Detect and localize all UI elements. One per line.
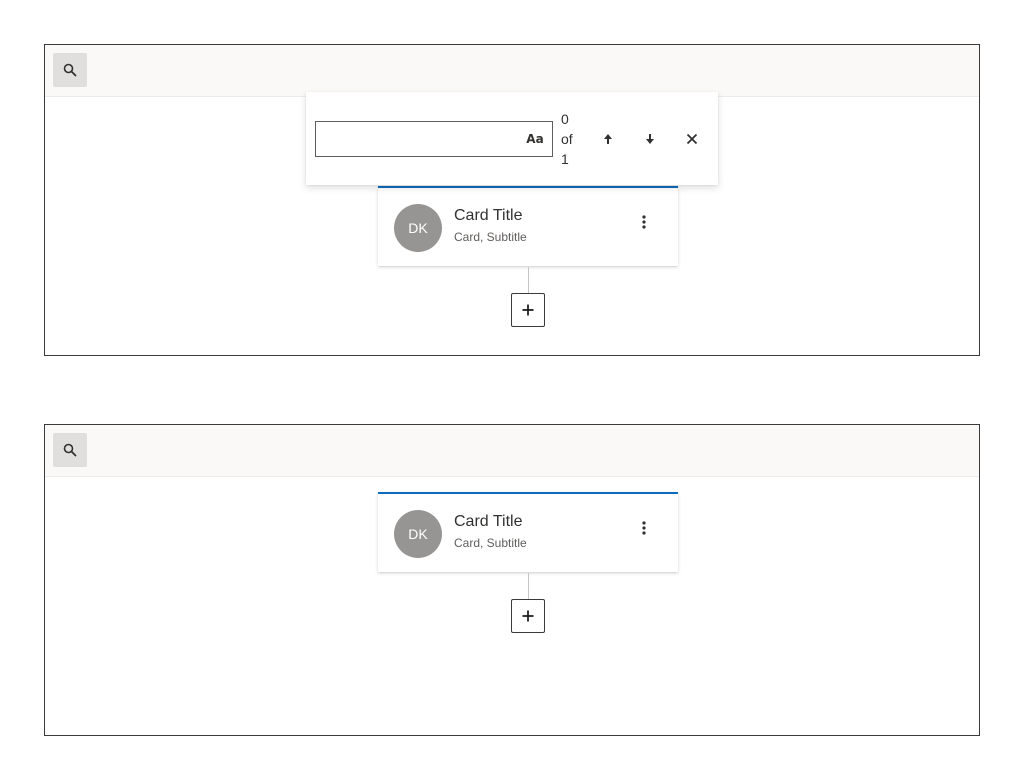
add-node-button[interactable]: [511, 293, 545, 327]
previous-match-button[interactable]: [596, 127, 620, 151]
search-icon: [63, 63, 77, 77]
find-bar: Aa 0 of 1: [306, 92, 718, 185]
toolbar: [45, 45, 979, 97]
org-chart-panel: DK Card Title Card, Subtitle: [44, 44, 980, 356]
arrow-up-icon: [604, 134, 612, 144]
connector-line: [528, 267, 529, 293]
close-find-button[interactable]: [680, 127, 704, 151]
match-count-of: of: [561, 131, 573, 147]
card-title: Card Title: [454, 513, 523, 530]
plus-icon: [522, 304, 534, 316]
card-title: Card Title: [454, 207, 523, 224]
arrow-down-icon: [646, 134, 654, 144]
match-case-button[interactable]: Aa: [522, 128, 548, 150]
match-count: 0 of 1: [561, 109, 581, 169]
card-subtitle: Card, Subtitle: [454, 536, 527, 550]
more-vertical-icon: [642, 521, 646, 535]
next-match-button[interactable]: [638, 127, 662, 151]
more-vertical-icon: [642, 215, 646, 229]
find-input-container: Aa: [315, 121, 553, 157]
card[interactable]: DK Card Title Card, Subtitle: [378, 186, 678, 266]
search-button[interactable]: [53, 53, 87, 87]
add-node-button[interactable]: [511, 599, 545, 633]
search-button[interactable]: [53, 433, 87, 467]
match-count-current: 0: [561, 111, 569, 127]
close-icon: [686, 133, 698, 145]
card[interactable]: DK Card Title Card, Subtitle: [378, 492, 678, 572]
more-options-button[interactable]: [630, 516, 658, 540]
card-subtitle: Card, Subtitle: [454, 230, 527, 244]
match-count-total: 1: [561, 151, 569, 167]
find-input[interactable]: [322, 126, 522, 154]
connector-line: [528, 573, 529, 599]
search-icon: [63, 443, 77, 457]
more-options-button[interactable]: [630, 210, 658, 234]
avatar: DK: [394, 510, 442, 558]
toolbar: [45, 425, 979, 477]
avatar: DK: [394, 204, 442, 252]
plus-icon: [522, 610, 534, 622]
org-chart-panel: DK Card Title Card, Subtitle: [44, 424, 980, 736]
